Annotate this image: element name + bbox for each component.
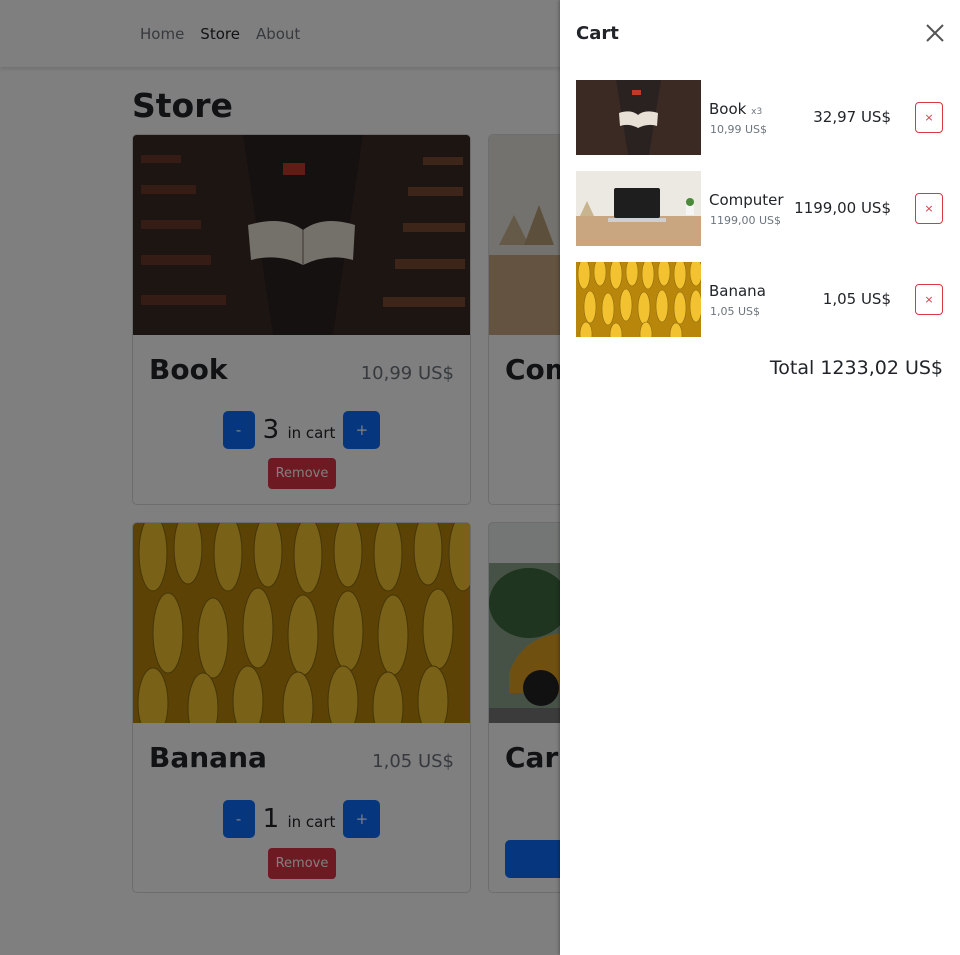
cart-item-computer: Computer 1199,00 US$ 1199,00 US$ × — [576, 171, 943, 246]
cart-item-name: Book x3 — [709, 100, 762, 118]
remove-item-button[interactable]: × — [915, 284, 943, 315]
cart-item-unit-price: 10,99 US$ — [710, 123, 768, 136]
cart-panel: Cart Book x3 10,99 US$ 32,97 US$ × Compu… — [560, 0, 960, 955]
cart-item-name-text: Computer — [709, 191, 784, 209]
cart-item-subtotal: 1,05 US$ — [822, 290, 891, 308]
cart-item-quantity: x3 — [751, 107, 763, 117]
cart-item-book: Book x3 10,99 US$ 32,97 US$ × — [576, 80, 943, 155]
cart-item-unit-price: 1,05 US$ — [710, 305, 761, 318]
close-icon[interactable] — [924, 22, 946, 44]
cart-item-thumbnail — [576, 262, 701, 337]
remove-item-button[interactable]: × — [915, 102, 943, 133]
cart-item-banana: Banana 1,05 US$ 1,05 US$ × — [576, 262, 943, 337]
cart-item-subtotal: 32,97 US$ — [813, 108, 891, 126]
cart-item-name-text: Book — [709, 100, 747, 118]
remove-item-button[interactable]: × — [915, 193, 943, 224]
cart-item-name: Banana — [709, 282, 766, 300]
cart-item-thumbnail — [576, 80, 701, 155]
cart-item-unit-price: 1199,00 US$ — [710, 214, 782, 227]
cart-total: Total 1233,02 US$ — [769, 357, 943, 379]
cart-item-name-text: Banana — [709, 282, 766, 300]
cart-item-name: Computer — [709, 191, 784, 209]
cart-title: Cart — [576, 23, 619, 44]
cart-item-subtotal: 1199,00 US$ — [794, 199, 891, 217]
cart-item-thumbnail — [576, 171, 701, 246]
